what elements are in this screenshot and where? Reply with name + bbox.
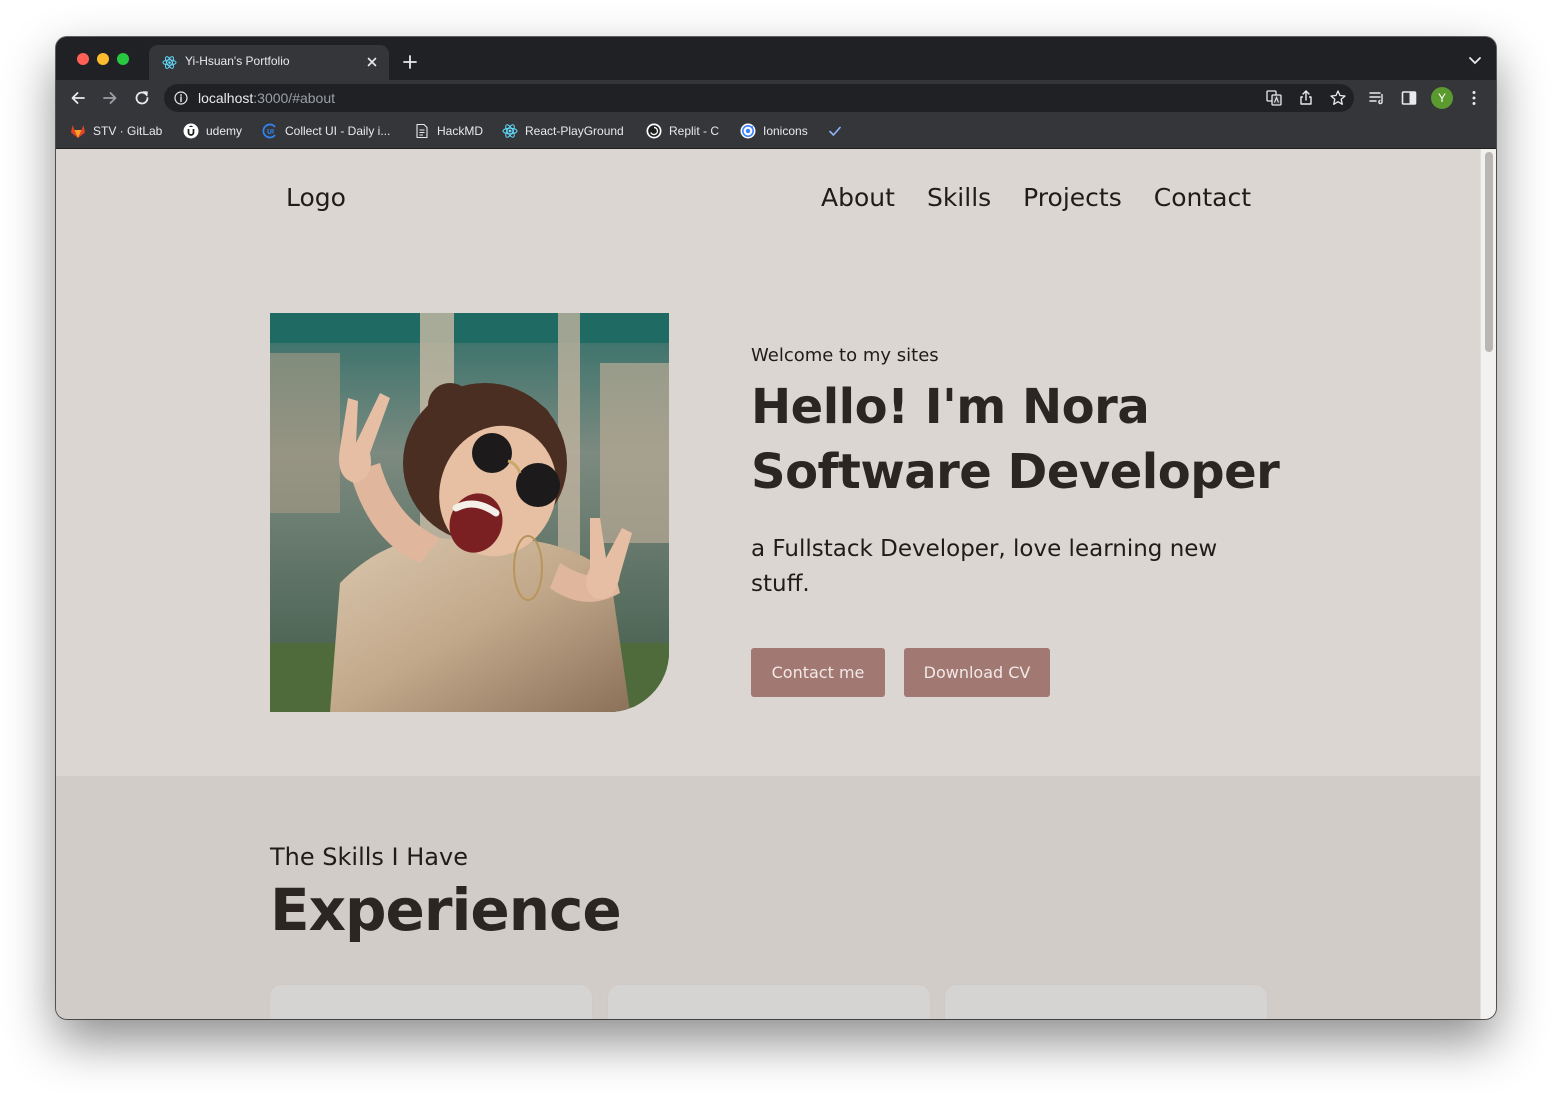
collectui-icon <box>262 123 276 139</box>
reload-icon[interactable] <box>133 89 151 107</box>
bookmark-label: STV · GitLab <box>93 124 163 138</box>
bookmark-label: React-PlayGround <box>525 124 624 138</box>
more-menu-icon[interactable] <box>1465 89 1483 107</box>
url-path: :3000/#about <box>253 90 336 106</box>
maximize-window-button[interactable] <box>117 53 129 65</box>
tab-search-chevron-icon[interactable] <box>1468 56 1482 66</box>
address-bar[interactable]: localhost:3000/#about <box>164 84 1354 112</box>
skill-card <box>945 985 1267 1019</box>
bookmark-collect-ui[interactable]: Collect UI - Daily i... <box>262 116 390 146</box>
tab-strip: Yi-Hsuan's Portfolio <box>56 37 1496 80</box>
skills-title: Experience <box>270 876 622 944</box>
bookmark-replit[interactable]: Replit - C <box>646 116 719 146</box>
browser-toolbar: localhost:3000/#about Y <box>56 80 1496 116</box>
bookmarks-bar: STV · GitLab udemy Collect UI - Daily i.… <box>56 116 1496 149</box>
url-text: localhost:3000/#about <box>198 90 335 106</box>
browser-window: Yi-Hsuan's Portfolio localhost:3000/#abo… <box>56 37 1496 1019</box>
close-window-button[interactable] <box>77 53 89 65</box>
page-scrollbar[interactable] <box>1480 149 1496 1019</box>
url-host: localhost <box>198 90 254 106</box>
hero-title-line1: Hello! I'm Nora <box>751 379 1150 435</box>
react-icon <box>502 124 518 138</box>
bookmark-gitlab[interactable]: STV · GitLab <box>70 116 162 146</box>
skills-section: The Skills I Have Experience <box>56 776 1481 1019</box>
bookmark-label: Ionicons <box>763 124 808 138</box>
bookmark-star-icon[interactable] <box>1329 89 1347 107</box>
hero-title: Hello! I'm Nora Software Developer <box>751 375 1280 505</box>
bookmark-label: Collect UI - Daily i... <box>285 124 391 138</box>
profile-photo-illustration <box>270 313 669 712</box>
bookmark-label: udemy <box>206 124 243 138</box>
hero-welcome-text: Welcome to my sites <box>751 345 939 366</box>
udemy-icon <box>183 123 199 139</box>
profile-avatar[interactable]: Y <box>1431 87 1453 109</box>
ionicons-icon <box>740 123 756 139</box>
hero-section: Logo About Skills Projects Contact Welco… <box>56 149 1481 776</box>
skills-subtitle: The Skills I Have <box>270 843 468 871</box>
bookmark-udemy[interactable]: udemy <box>183 116 242 146</box>
scrollbar-thumb[interactable] <box>1485 152 1493 352</box>
gitlab-icon <box>71 125 85 138</box>
bookmark-ionicons[interactable]: Ionicons <box>740 116 808 146</box>
reading-list-icon[interactable] <box>1368 89 1386 107</box>
bookmark-hackmd[interactable]: HackMD <box>414 116 483 146</box>
share-icon[interactable] <box>1297 89 1315 107</box>
nav-projects[interactable]: Projects <box>1023 183 1122 212</box>
main-nav: About Skills Projects Contact <box>821 183 1251 212</box>
nav-about[interactable]: About <box>821 183 895 212</box>
back-arrow-icon[interactable] <box>69 89 87 107</box>
document-icon <box>416 123 428 139</box>
bookmark-react-playground[interactable]: React-PlayGround <box>502 116 624 146</box>
replit-icon <box>646 123 662 139</box>
profile-photo <box>270 313 669 712</box>
active-tab[interactable]: Yi-Hsuan's Portfolio <box>149 45 389 80</box>
page-viewport: Logo About Skills Projects Contact Welco… <box>56 149 1496 1019</box>
skill-card <box>608 985 930 1019</box>
tab-title: Yi-Hsuan's Portfolio <box>185 54 290 68</box>
contact-me-button[interactable]: Contact me <box>751 648 885 697</box>
close-tab-icon[interactable] <box>364 54 380 70</box>
hero-title-line2: Software Developer <box>751 444 1280 500</box>
new-tab-icon[interactable] <box>402 54 418 70</box>
nav-contact[interactable]: Contact <box>1154 183 1251 212</box>
bookmark-label: HackMD <box>437 124 484 138</box>
minimize-window-button[interactable] <box>97 53 109 65</box>
react-icon <box>162 56 177 69</box>
download-cv-button[interactable]: Download CV <box>904 648 1050 697</box>
site-info-icon[interactable] <box>174 91 188 105</box>
checkmark-icon[interactable] <box>828 124 842 138</box>
forward-arrow-icon[interactable] <box>101 89 119 107</box>
skill-card <box>270 985 592 1019</box>
side-panel-icon[interactable] <box>1400 89 1418 107</box>
site-logo[interactable]: Logo <box>286 183 346 212</box>
bookmark-label: Replit - C <box>669 124 720 138</box>
translate-icon[interactable] <box>1265 89 1283 107</box>
nav-skills[interactable]: Skills <box>927 183 991 212</box>
hero-tagline: a Fullstack Developer, love learning new… <box>751 536 1218 597</box>
